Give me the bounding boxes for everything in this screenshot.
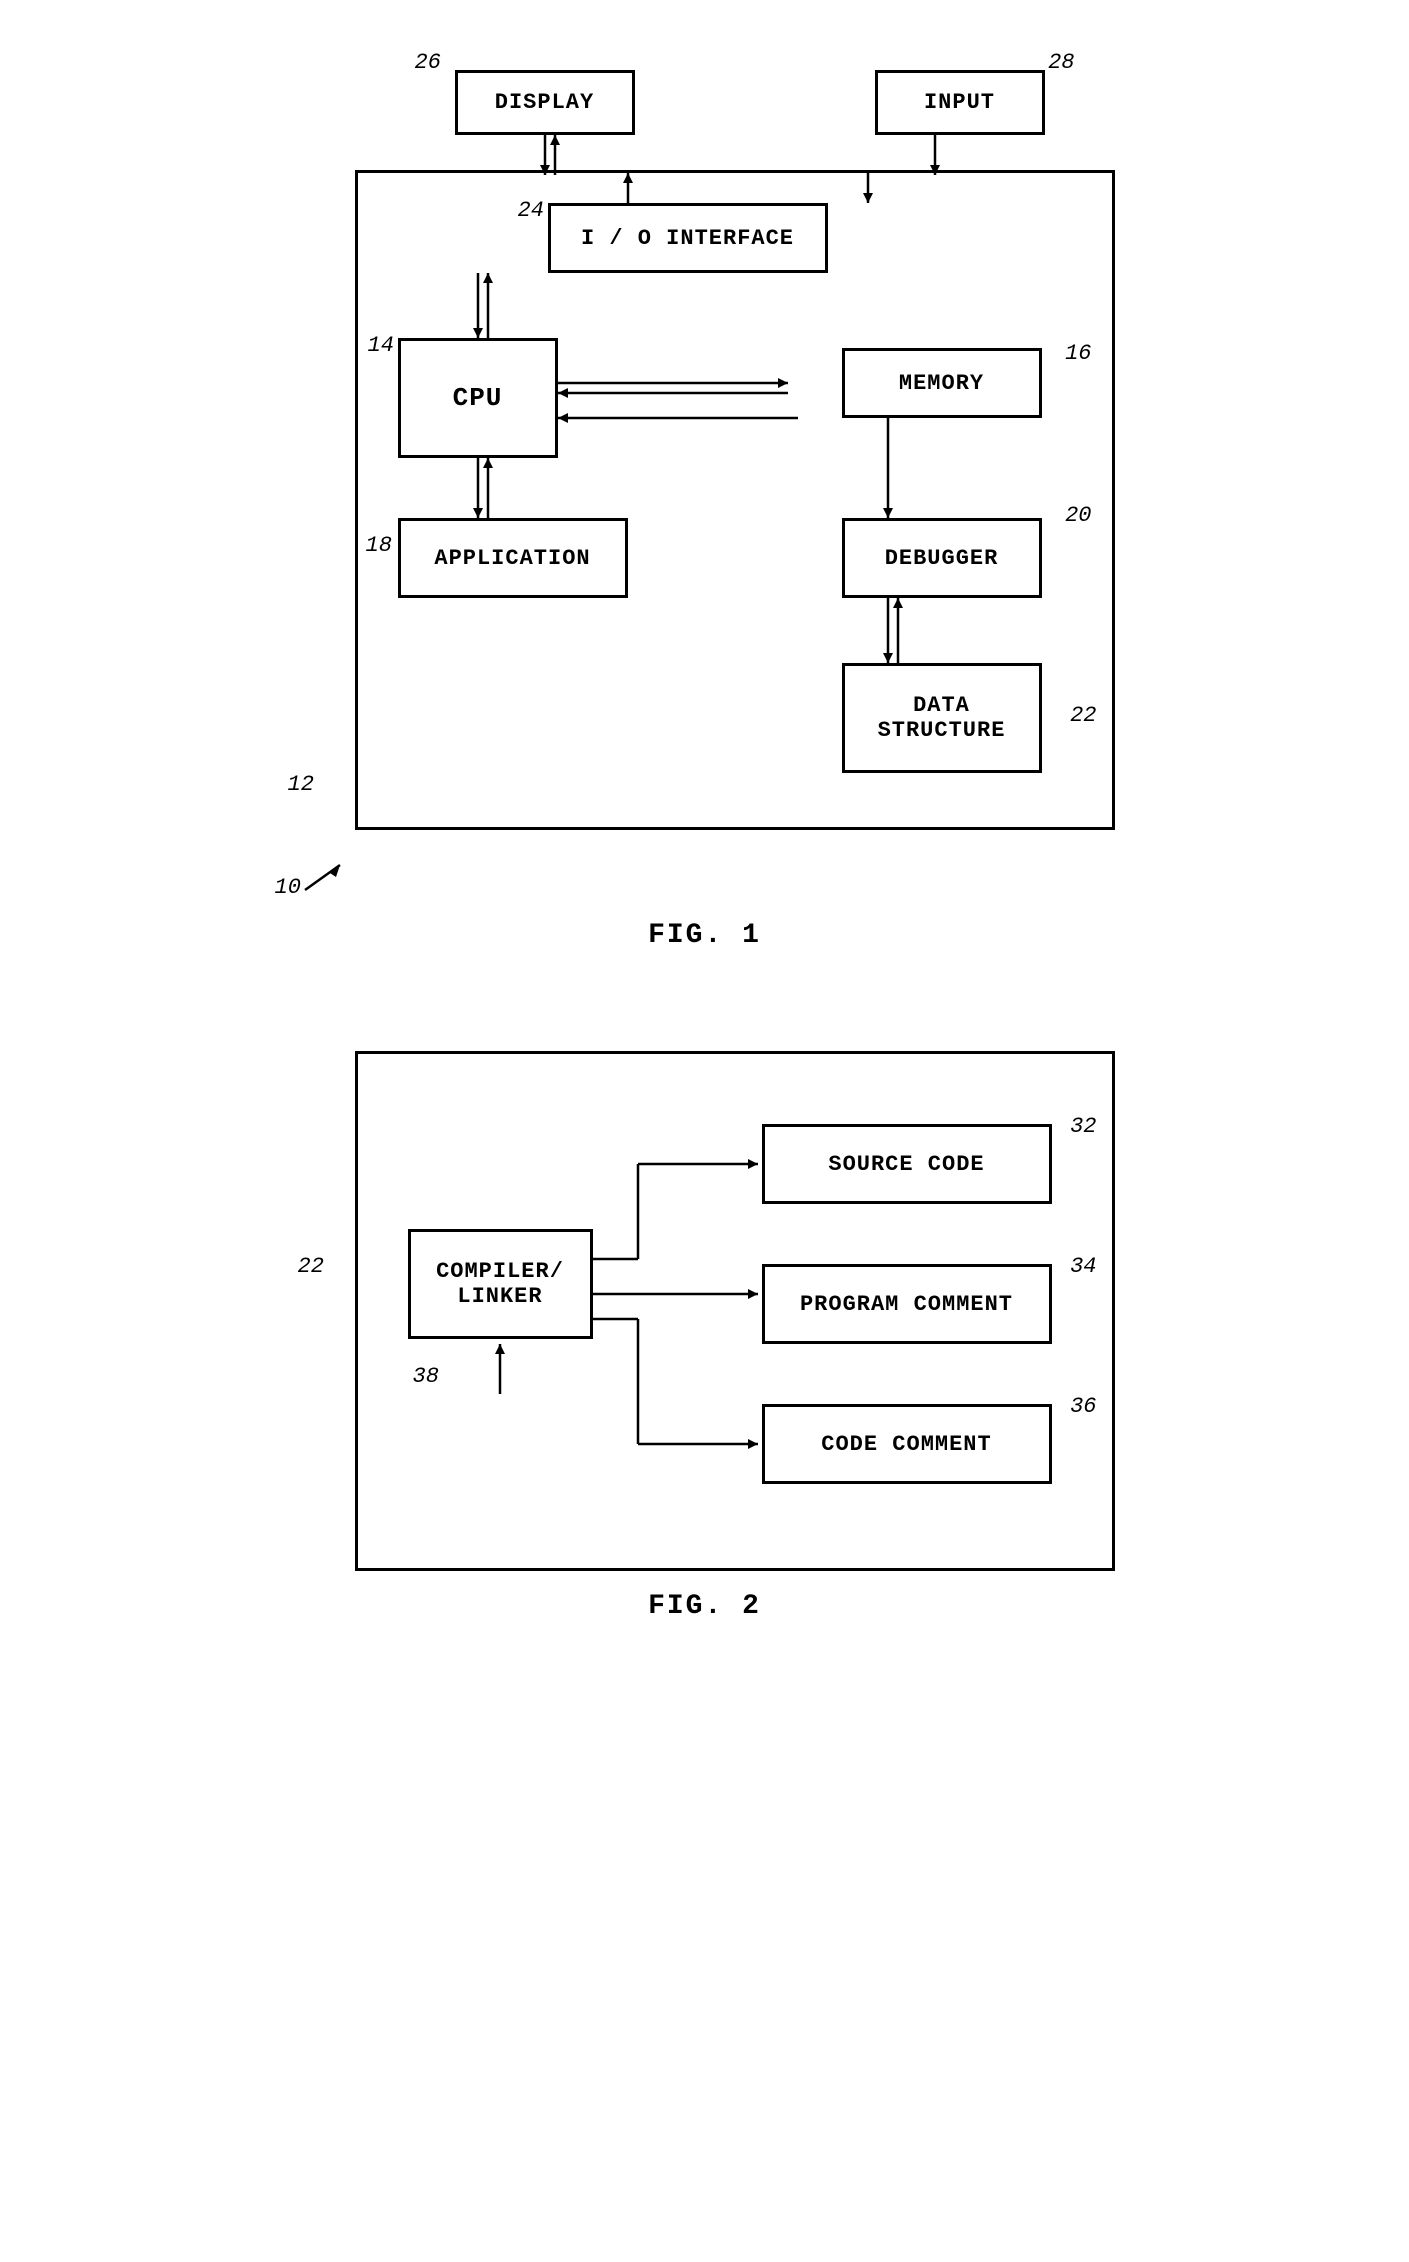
ref-34: 34 bbox=[1070, 1254, 1096, 1279]
fig2-section: 22 COMPILER/ LINKER 38 SOURCE CODE 32 bbox=[60, 1051, 1349, 1622]
ref-22-ds: 22 bbox=[1070, 703, 1096, 728]
fig1-container: 26 DISPLAY INPUT 28 bbox=[275, 40, 1135, 900]
fig1-top-arrows bbox=[355, 40, 1115, 170]
datastructure-block: DATA STRUCTURE bbox=[842, 663, 1042, 773]
ref-10: 10 bbox=[275, 875, 301, 900]
ref-20: 20 bbox=[1065, 503, 1091, 528]
debugger-block: DEBUGGER bbox=[842, 518, 1042, 598]
ref-14: 14 bbox=[368, 333, 394, 358]
ref-22-fig2: 22 bbox=[298, 1254, 324, 1279]
programcomment-block: PROGRAM COMMENT bbox=[762, 1264, 1052, 1344]
application-block: APPLICATION bbox=[398, 518, 628, 598]
fig2-outer-box: 22 COMPILER/ LINKER 38 SOURCE CODE 32 bbox=[355, 1051, 1115, 1571]
ref-18: 18 bbox=[366, 533, 392, 558]
ref-32: 32 bbox=[1070, 1114, 1096, 1139]
memory-block: MEMORY bbox=[842, 348, 1042, 418]
codecomment-block: CODE COMMENT bbox=[762, 1404, 1052, 1484]
ref-16: 16 bbox=[1065, 341, 1091, 366]
compiler-block: COMPILER/ LINKER bbox=[408, 1229, 593, 1339]
sourcecode-block: SOURCE CODE bbox=[762, 1124, 1052, 1204]
io-block: I / O INTERFACE bbox=[548, 203, 828, 273]
ref-36: 36 bbox=[1070, 1394, 1096, 1419]
fig1-label: FIG. 1 bbox=[648, 920, 761, 951]
fig1-outer-box: 12 I / O INTERFACE 24 CPU 14 MEMORY bbox=[355, 170, 1115, 830]
fig2-container: 22 COMPILER/ LINKER 38 SOURCE CODE 32 bbox=[275, 1051, 1135, 1571]
ref-38: 38 bbox=[413, 1364, 439, 1389]
fig1-section: 26 DISPLAY INPUT 28 bbox=[60, 40, 1349, 951]
cpu-block: CPU bbox=[398, 338, 558, 458]
fig2-label: FIG. 2 bbox=[648, 1591, 761, 1622]
ref-12: 12 bbox=[288, 772, 314, 797]
fig1-ref10-arrow bbox=[300, 855, 360, 895]
ref-24: 24 bbox=[518, 198, 544, 223]
